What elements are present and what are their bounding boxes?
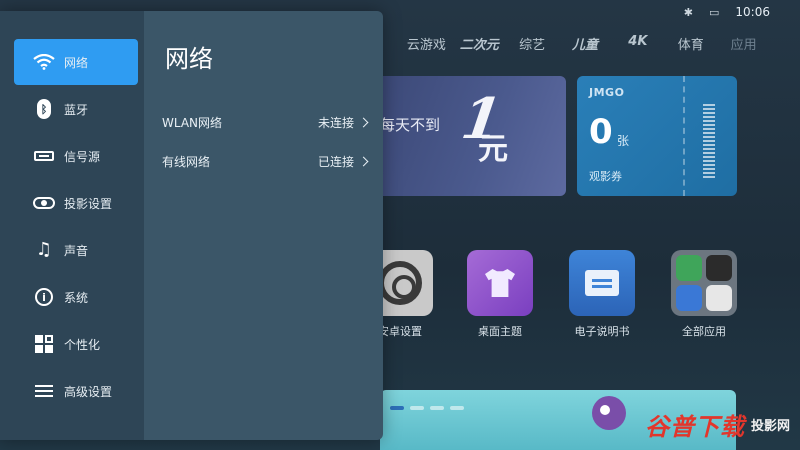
sidebar-item-label: 系统 (64, 290, 89, 305)
info-icon: i (30, 288, 58, 306)
ticket-card[interactable]: JMGO 0 张 观影券 (577, 76, 737, 196)
screen-status-icon: ▭ (709, 5, 720, 19)
manual-icon (569, 250, 635, 316)
nav-tab-apps[interactable]: 应用 (717, 34, 770, 53)
sidebar-item-label: 蓝牙 (64, 102, 89, 117)
sidebar-item-advanced[interactable]: 高级设置 (14, 368, 138, 414)
ticket-count: 0 (589, 112, 613, 152)
sidebar-item-sound[interactable]: ♫ 声音 (14, 227, 138, 273)
sidebar-item-label: 声音 (64, 243, 89, 258)
apps-grid-icon (671, 250, 737, 316)
app-desktop-theme[interactable]: 桌面主题 (467, 250, 533, 339)
sliders-icon (30, 384, 58, 398)
carousel-indicator (430, 406, 444, 410)
settings-overlay: 网络 ᛒ 蓝牙 信号源 投影设置 ♫ 声音 i 系统 个性化 高级设置 网络 W… (0, 11, 383, 440)
sidebar-item-projection[interactable]: 投影设置 (14, 180, 138, 226)
bird-illustration-icon (592, 396, 626, 430)
panel-title: 网络 (165, 45, 213, 73)
carousel-indicator (410, 406, 424, 410)
promo-text: 每天不到 (380, 116, 441, 134)
watermark-main: 谷普下载 (644, 413, 745, 441)
app-label: 全部应用 (682, 325, 726, 338)
barcode-icon (703, 104, 715, 180)
input-source-icon (30, 151, 58, 161)
sidebar-item-label: 个性化 (64, 337, 101, 352)
carousel-indicator (450, 406, 464, 410)
nav-tab-sports[interactable]: 体育 (664, 34, 717, 53)
projector-icon (30, 197, 58, 209)
sidebar-item-input-source[interactable]: 信号源 (14, 133, 138, 179)
wired-network-row[interactable]: 有线网络 已连接 (162, 151, 369, 171)
ticket-brand: JMGO (589, 86, 625, 99)
sidebar-item-label: 网络 (64, 55, 89, 70)
settings-panel: 网络 WLAN网络 未连接 有线网络 已连接 (144, 11, 383, 440)
bluetooth-status-icon: ✱ (683, 5, 693, 19)
top-navigation: 云游戏 二次元 综艺 儿童 4K 体育 应用 (400, 34, 770, 53)
row-label: 有线网络 (162, 154, 211, 169)
app-all-apps[interactable]: 全部应用 (671, 250, 737, 339)
carousel-indicator-active (390, 406, 404, 410)
sidebar-item-system[interactable]: i 系统 (14, 274, 138, 320)
promo-banner[interactable]: 每天不到 1 元 (370, 76, 566, 196)
row-label: WLAN网络 (162, 115, 223, 130)
settings-sidebar: 网络 ᛒ 蓝牙 信号源 投影设置 ♫ 声音 i 系统 个性化 高级设置 (0, 11, 144, 440)
wlan-network-row[interactable]: WLAN网络 未连接 (162, 112, 369, 132)
nav-tab-anime[interactable]: 二次元 (453, 34, 506, 53)
wifi-icon (30, 54, 58, 70)
app-e-manual[interactable]: 电子说明书 (569, 250, 635, 339)
promo-unit: 元 (478, 132, 508, 167)
bluetooth-icon: ᛒ (30, 99, 58, 119)
nav-tab-kids[interactable]: 儿童 (559, 34, 612, 53)
sidebar-item-bluetooth[interactable]: ᛒ 蓝牙 (14, 86, 138, 132)
chevron-right-icon (358, 156, 369, 166)
clock: 10:06 (735, 5, 770, 19)
shirt-icon (467, 250, 533, 316)
sidebar-item-label: 信号源 (64, 149, 101, 164)
nav-tab-4k[interactable]: 4K (611, 34, 664, 53)
sidebar-item-label: 高级设置 (64, 384, 113, 399)
watermark-secondary: 投影网 (750, 419, 790, 434)
sidebar-item-label: 投影设置 (64, 196, 113, 211)
nav-tab-variety[interactable]: 综艺 (506, 34, 559, 53)
sidebar-item-network[interactable]: 网络 (14, 39, 138, 85)
personalize-icon (30, 335, 58, 353)
app-label: 电子说明书 (574, 325, 630, 338)
watermark: 谷普下载 投影网 (645, 407, 790, 442)
row-status: 已连接 (317, 154, 354, 169)
nav-tab-cloud-games[interactable]: 云游戏 (400, 34, 453, 53)
status-bar: ✱ ▭ 10:06 (684, 5, 770, 19)
sidebar-item-personalize[interactable]: 个性化 (14, 321, 138, 367)
ticket-label: 观影券 (589, 170, 622, 183)
chevron-right-icon (358, 117, 369, 127)
ticket-perforation (683, 76, 685, 196)
row-status: 未连接 (317, 115, 354, 130)
music-note-icon: ♫ (35, 239, 53, 260)
app-label: 桌面主题 (478, 325, 522, 338)
ticket-unit: 张 (617, 134, 630, 148)
